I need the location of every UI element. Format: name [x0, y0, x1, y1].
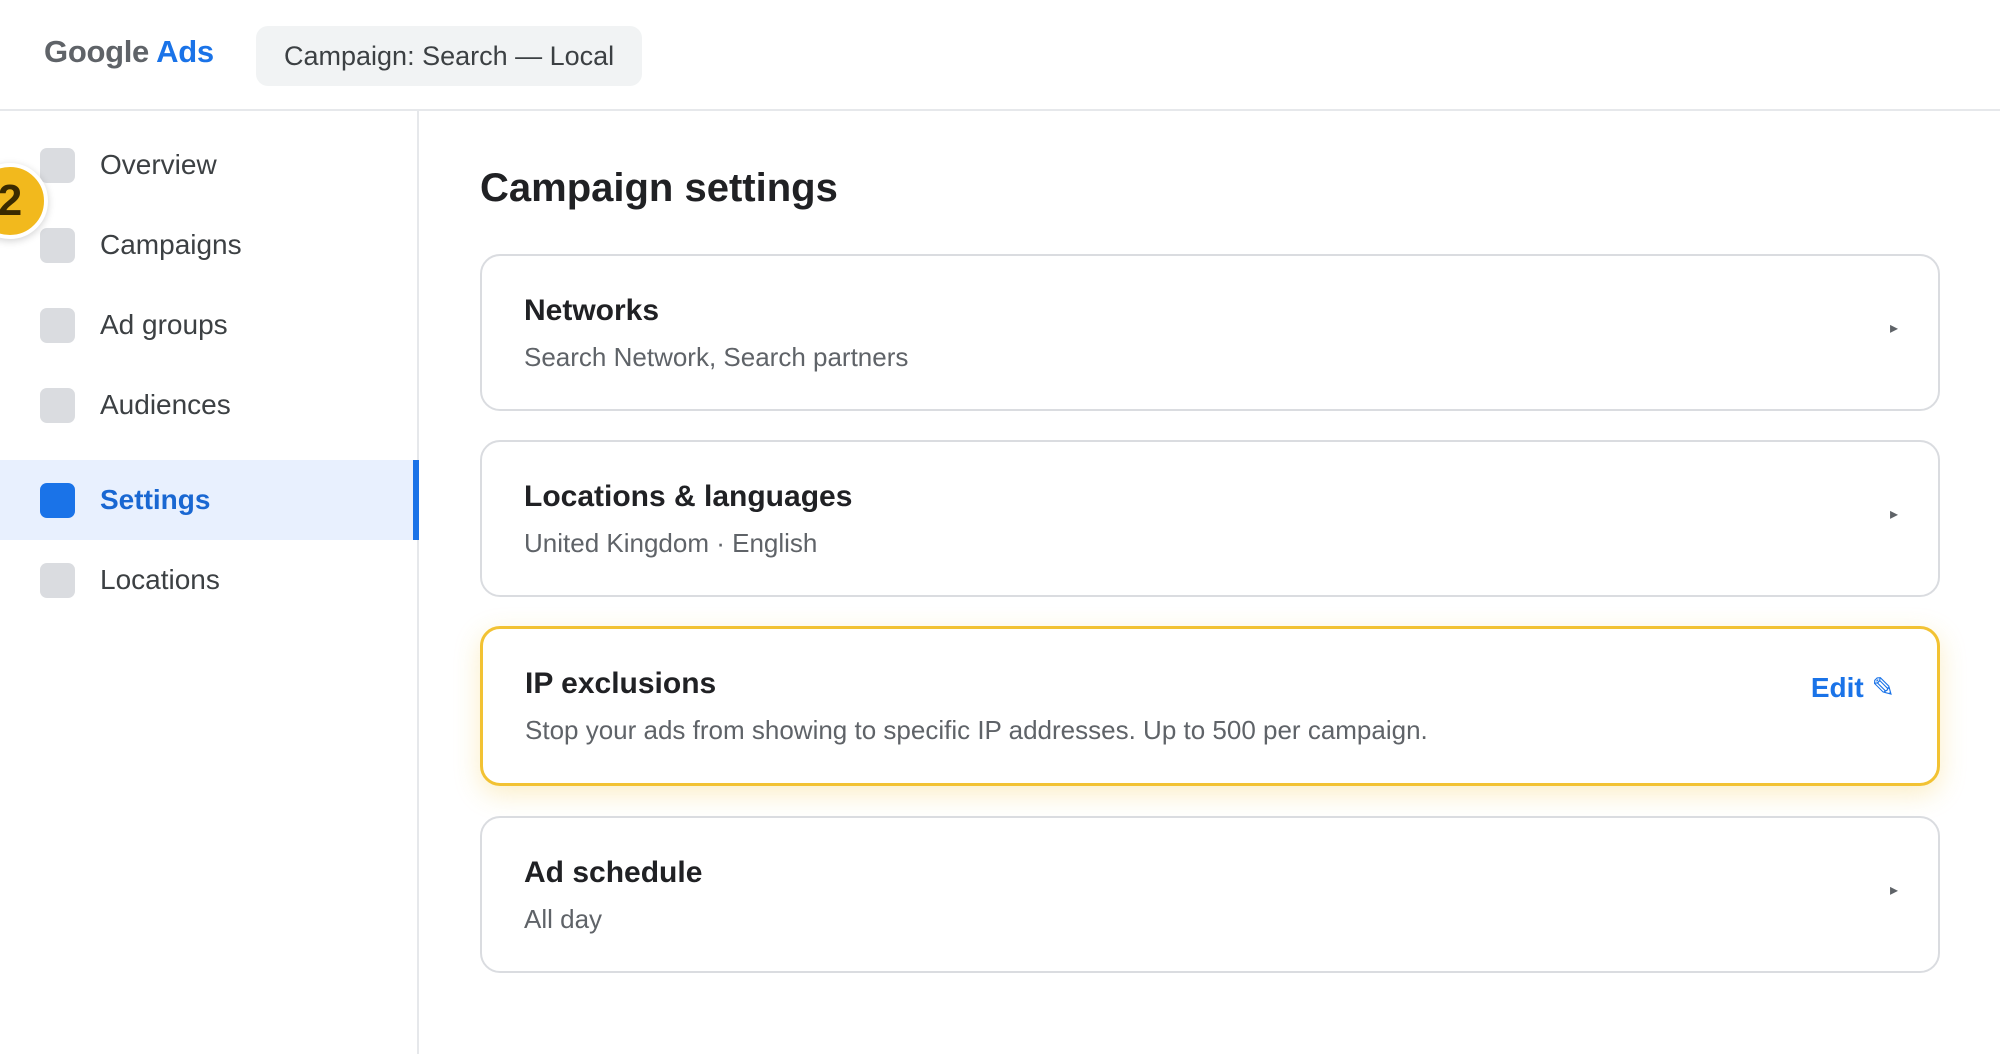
settings-card-networks[interactable]: Networks Search Network, Search partners… — [480, 254, 1940, 411]
sidebar-item-locations[interactable]: Locations — [0, 540, 419, 620]
expand-arrow-icon[interactable]: ▸ — [1890, 318, 1898, 338]
google-ads-logo[interactable]: Google Ads — [44, 34, 214, 70]
settings-card-ip-exclusions[interactable]: IP exclusions Stop your ads from showing… — [480, 626, 1940, 786]
sidebar-item-audiences[interactable]: Audiences — [0, 365, 419, 445]
sidebar-item-overview[interactable]: Overview — [0, 125, 419, 205]
card-title: Ad schedule — [524, 856, 703, 889]
card-description: All day — [524, 904, 603, 934]
sidebar-item-label: Settings — [100, 484, 211, 515]
sidebar-item-ad-groups[interactable]: Ad groups — [0, 285, 419, 365]
top-header: Google Ads Campaign: Search — Local — [0, 0, 2000, 111]
card-title: IP exclusions — [525, 667, 717, 700]
sidebar-item-campaigns[interactable]: Campaigns — [0, 205, 419, 285]
card-description: Stop your ads from showing to specific I… — [525, 715, 1428, 745]
sidebar-item-label: Audiences — [100, 389, 231, 420]
card-description: United Kingdom · English — [524, 528, 818, 558]
sidebar-item-label: Overview — [100, 149, 217, 180]
card-title: Networks — [524, 294, 660, 327]
expand-arrow-icon[interactable]: ▸ — [1890, 880, 1898, 900]
expand-arrow-icon[interactable]: ▸ — [1890, 504, 1898, 524]
locations-icon — [40, 562, 75, 598]
logo-google-text: Google — [44, 34, 149, 69]
sidebar-item-label: Campaigns — [100, 229, 242, 260]
main-content: Campaign settings Networks Search Networ… — [420, 111, 2000, 1054]
settings-card-locations-languages[interactable]: Locations & languages United Kingdom · E… — [480, 440, 1940, 597]
edit-button[interactable]: Edit ✎ — [1811, 671, 1895, 704]
audiences-icon — [40, 387, 75, 423]
campaign-chip[interactable]: Campaign: Search — Local — [256, 26, 643, 86]
logo-ads-text: Ads — [156, 34, 214, 69]
card-title: Locations & languages — [524, 480, 853, 513]
card-description: Search Network, Search partners — [524, 342, 909, 372]
overview-icon — [40, 147, 75, 183]
page-title: Campaign settings — [480, 166, 838, 210]
ad-groups-icon — [40, 307, 75, 343]
settings-icon — [40, 482, 75, 518]
sidebar-nav: Overview Campaigns Ad groups Audiences S… — [0, 111, 419, 1054]
sidebar-item-settings[interactable]: Settings — [0, 460, 419, 540]
campaigns-icon — [40, 227, 75, 263]
sidebar-item-label: Locations — [100, 564, 220, 595]
sidebar-item-label: Ad groups — [100, 309, 228, 340]
settings-card-ad-schedule[interactable]: Ad schedule All day ▸ — [480, 816, 1940, 973]
